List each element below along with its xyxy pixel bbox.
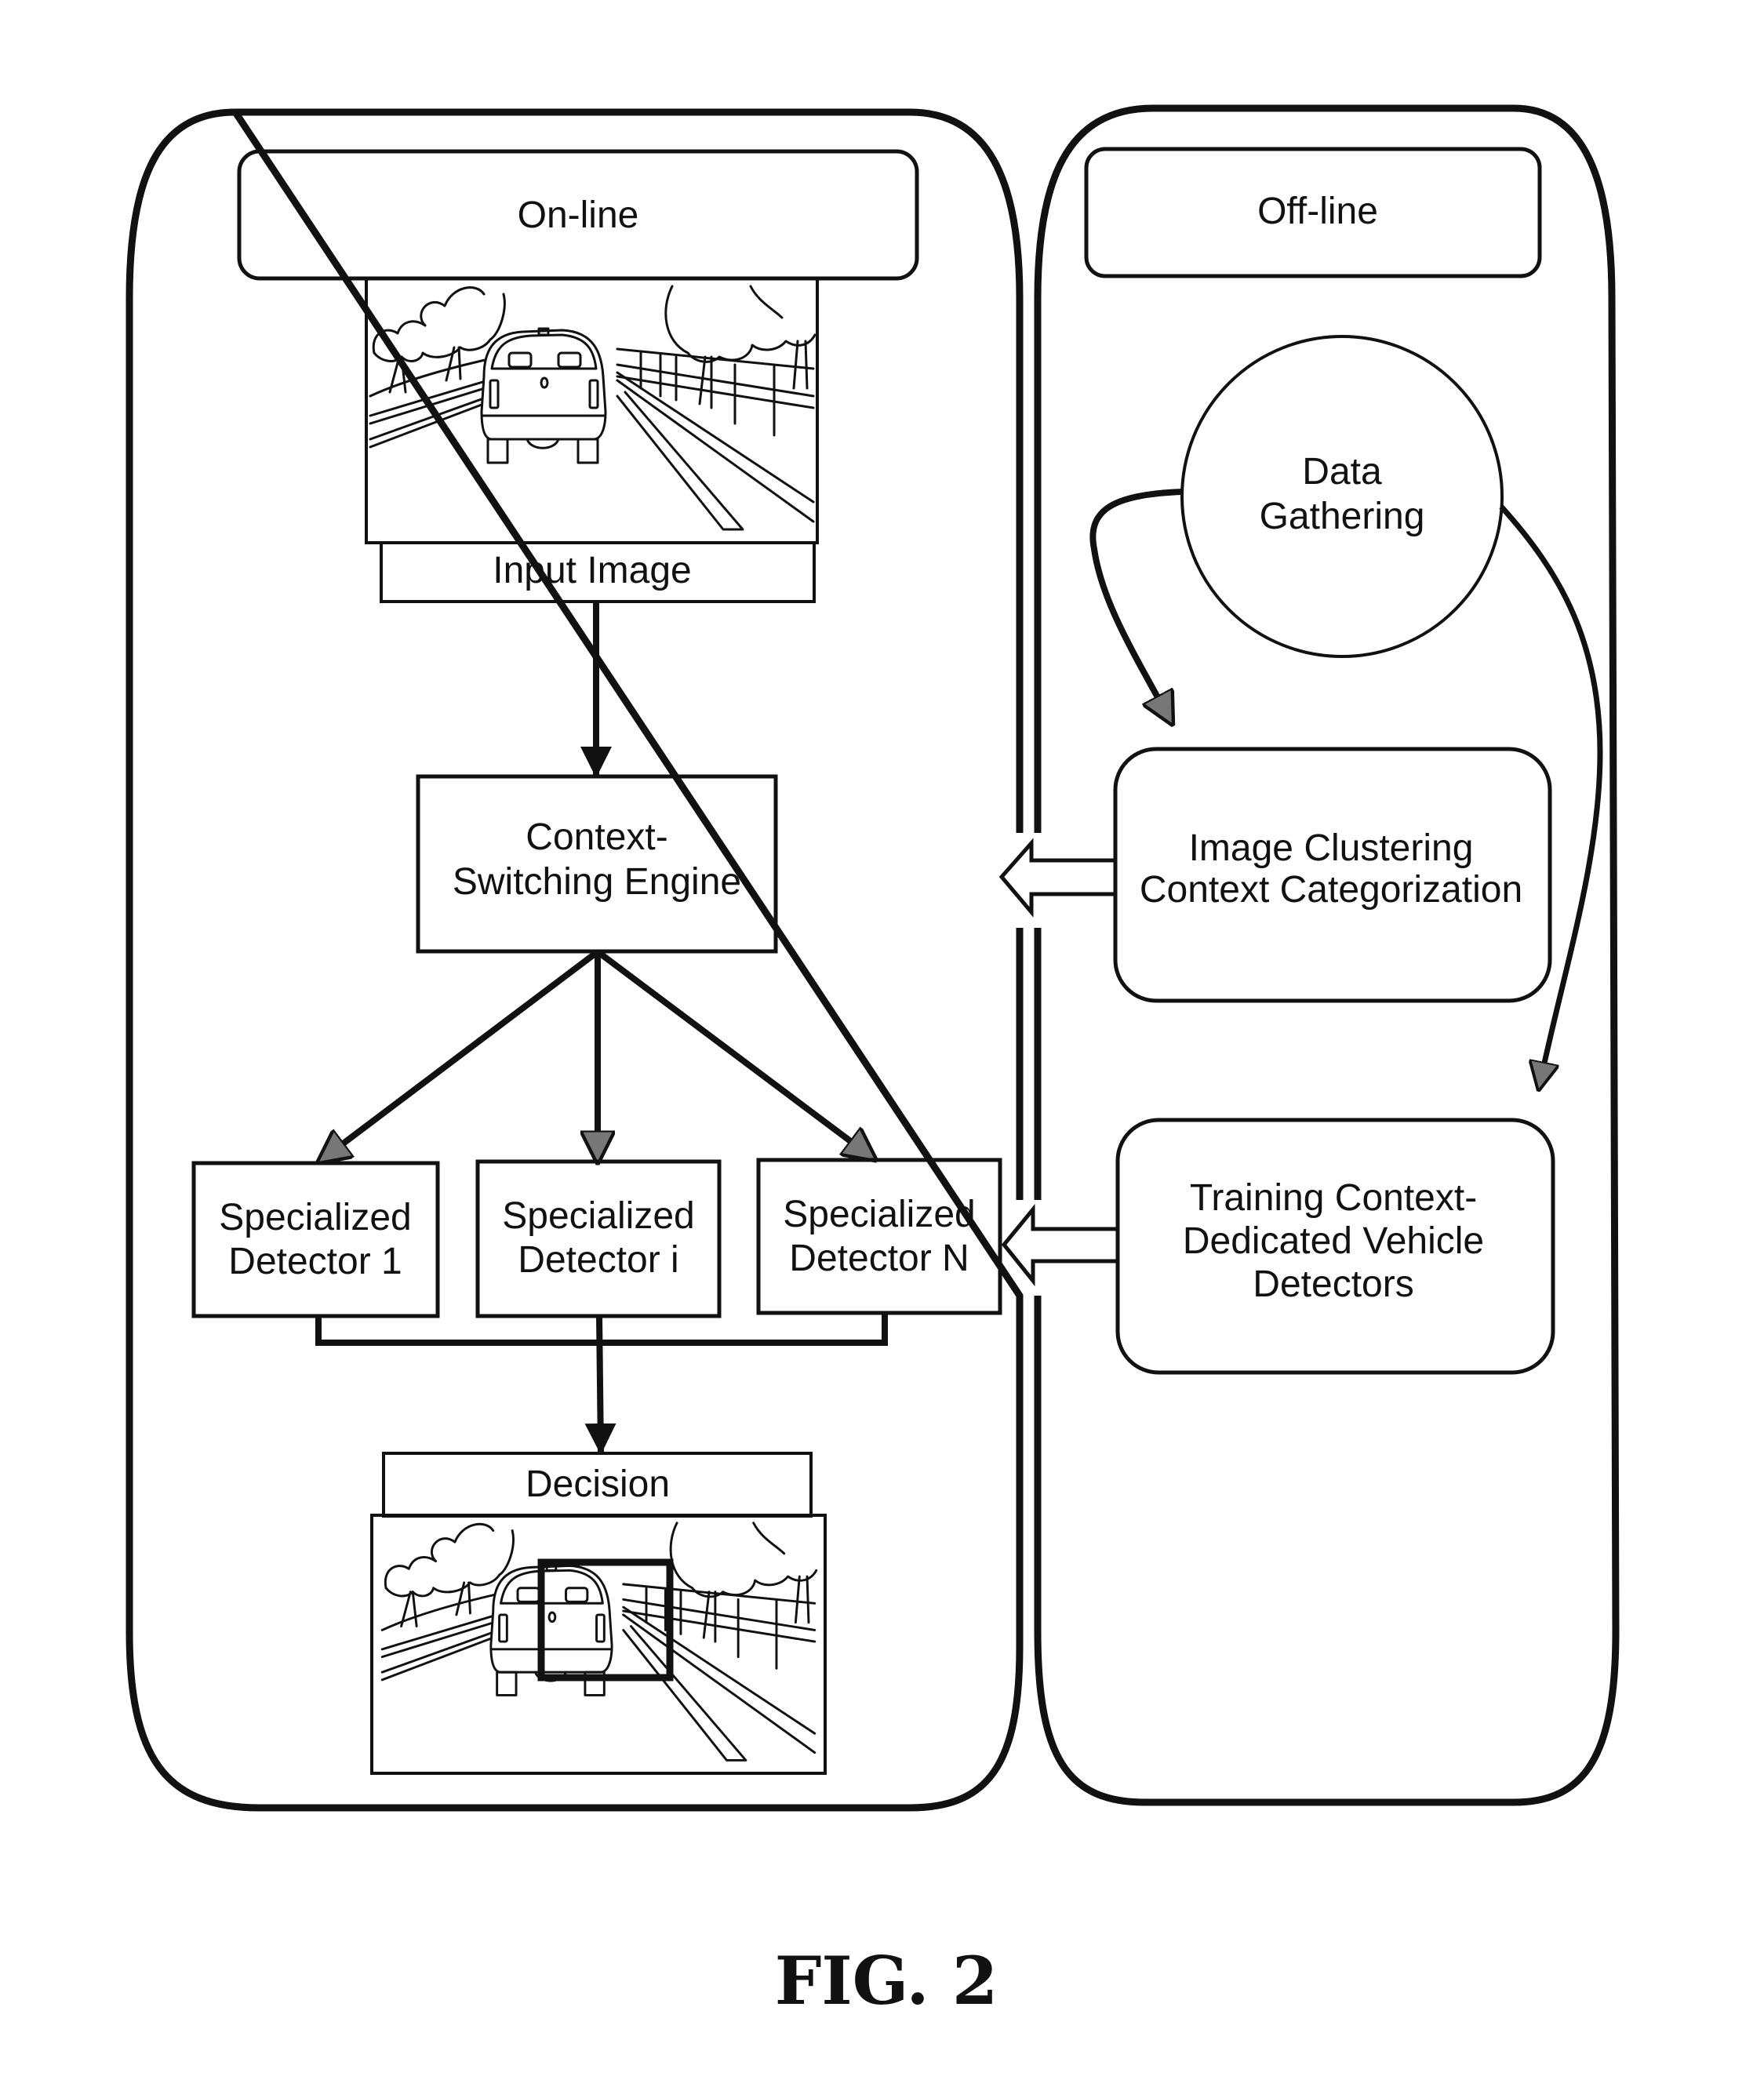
data-gathering-label-line1: Data — [1302, 451, 1382, 493]
offline-panel: Off-line Data Gathering Image Clustering… — [1034, 104, 1620, 1806]
training-label-line1: Training Context- — [1190, 1177, 1477, 1219]
detector-1-label-line1: Specialized — [219, 1197, 411, 1238]
engine-label-line1: Context- — [526, 816, 667, 858]
road-scene-icon — [369, 285, 817, 531]
offline-panel-border — [1034, 104, 1620, 1806]
hollow-arrow-training-to-detectors — [1001, 1204, 1117, 1287]
detector-n-box — [756, 1158, 1002, 1315]
detector-1-label-line2: Detector 1 — [228, 1241, 402, 1282]
arrow-data-to-clustering — [1089, 489, 1184, 723]
figure-caption: FIG. 2 — [775, 1942, 998, 2020]
offline-header-label: Off-line — [1257, 191, 1378, 232]
detector-n-label-line1: Specialized — [783, 1194, 975, 1235]
training-label-line2: Dedicated Vehicle — [1183, 1220, 1484, 1262]
data-gathering-label-line2: Gathering — [1260, 496, 1425, 537]
training-label-line3: Detectors — [1253, 1263, 1413, 1305]
detector-1: Specialized Detector 1 — [191, 1161, 440, 1318]
detector-i: Specialized Detector i — [475, 1159, 722, 1318]
arrow-detectors-to-decision — [584, 1315, 616, 1455]
input-image-label: Input Image — [493, 550, 692, 591]
clustering-label-line1: Image Clustering — [1189, 827, 1474, 869]
decision-image — [370, 1514, 827, 1775]
detector-1-box — [191, 1161, 440, 1318]
arrow-engine-to-detector-n — [597, 950, 875, 1159]
detector-i-label-line2: Detector i — [518, 1239, 678, 1281]
detector-i-label-line1: Specialized — [502, 1195, 694, 1237]
detector-n-label-line2: Detector N — [789, 1238, 969, 1279]
decision-label: Decision — [526, 1463, 670, 1505]
clustering-label-line2: Context Categorization — [1140, 869, 1522, 911]
engine-label-line2: Switching Engine — [453, 861, 741, 903]
detector-n: Specialized Detector N — [756, 1158, 1002, 1315]
road-scene-icon — [380, 1522, 818, 1762]
online-header-label: On-line — [518, 195, 639, 236]
online-panel: On-line Input Image Context- Switching E… — [125, 108, 1024, 1812]
arrow-engine-to-detector-1 — [319, 950, 598, 1162]
hollow-arrow-clustering-to-engine — [998, 838, 1114, 918]
figure-canvas: On-line Input Image Context- Switching E… — [125, 104, 1620, 2020]
